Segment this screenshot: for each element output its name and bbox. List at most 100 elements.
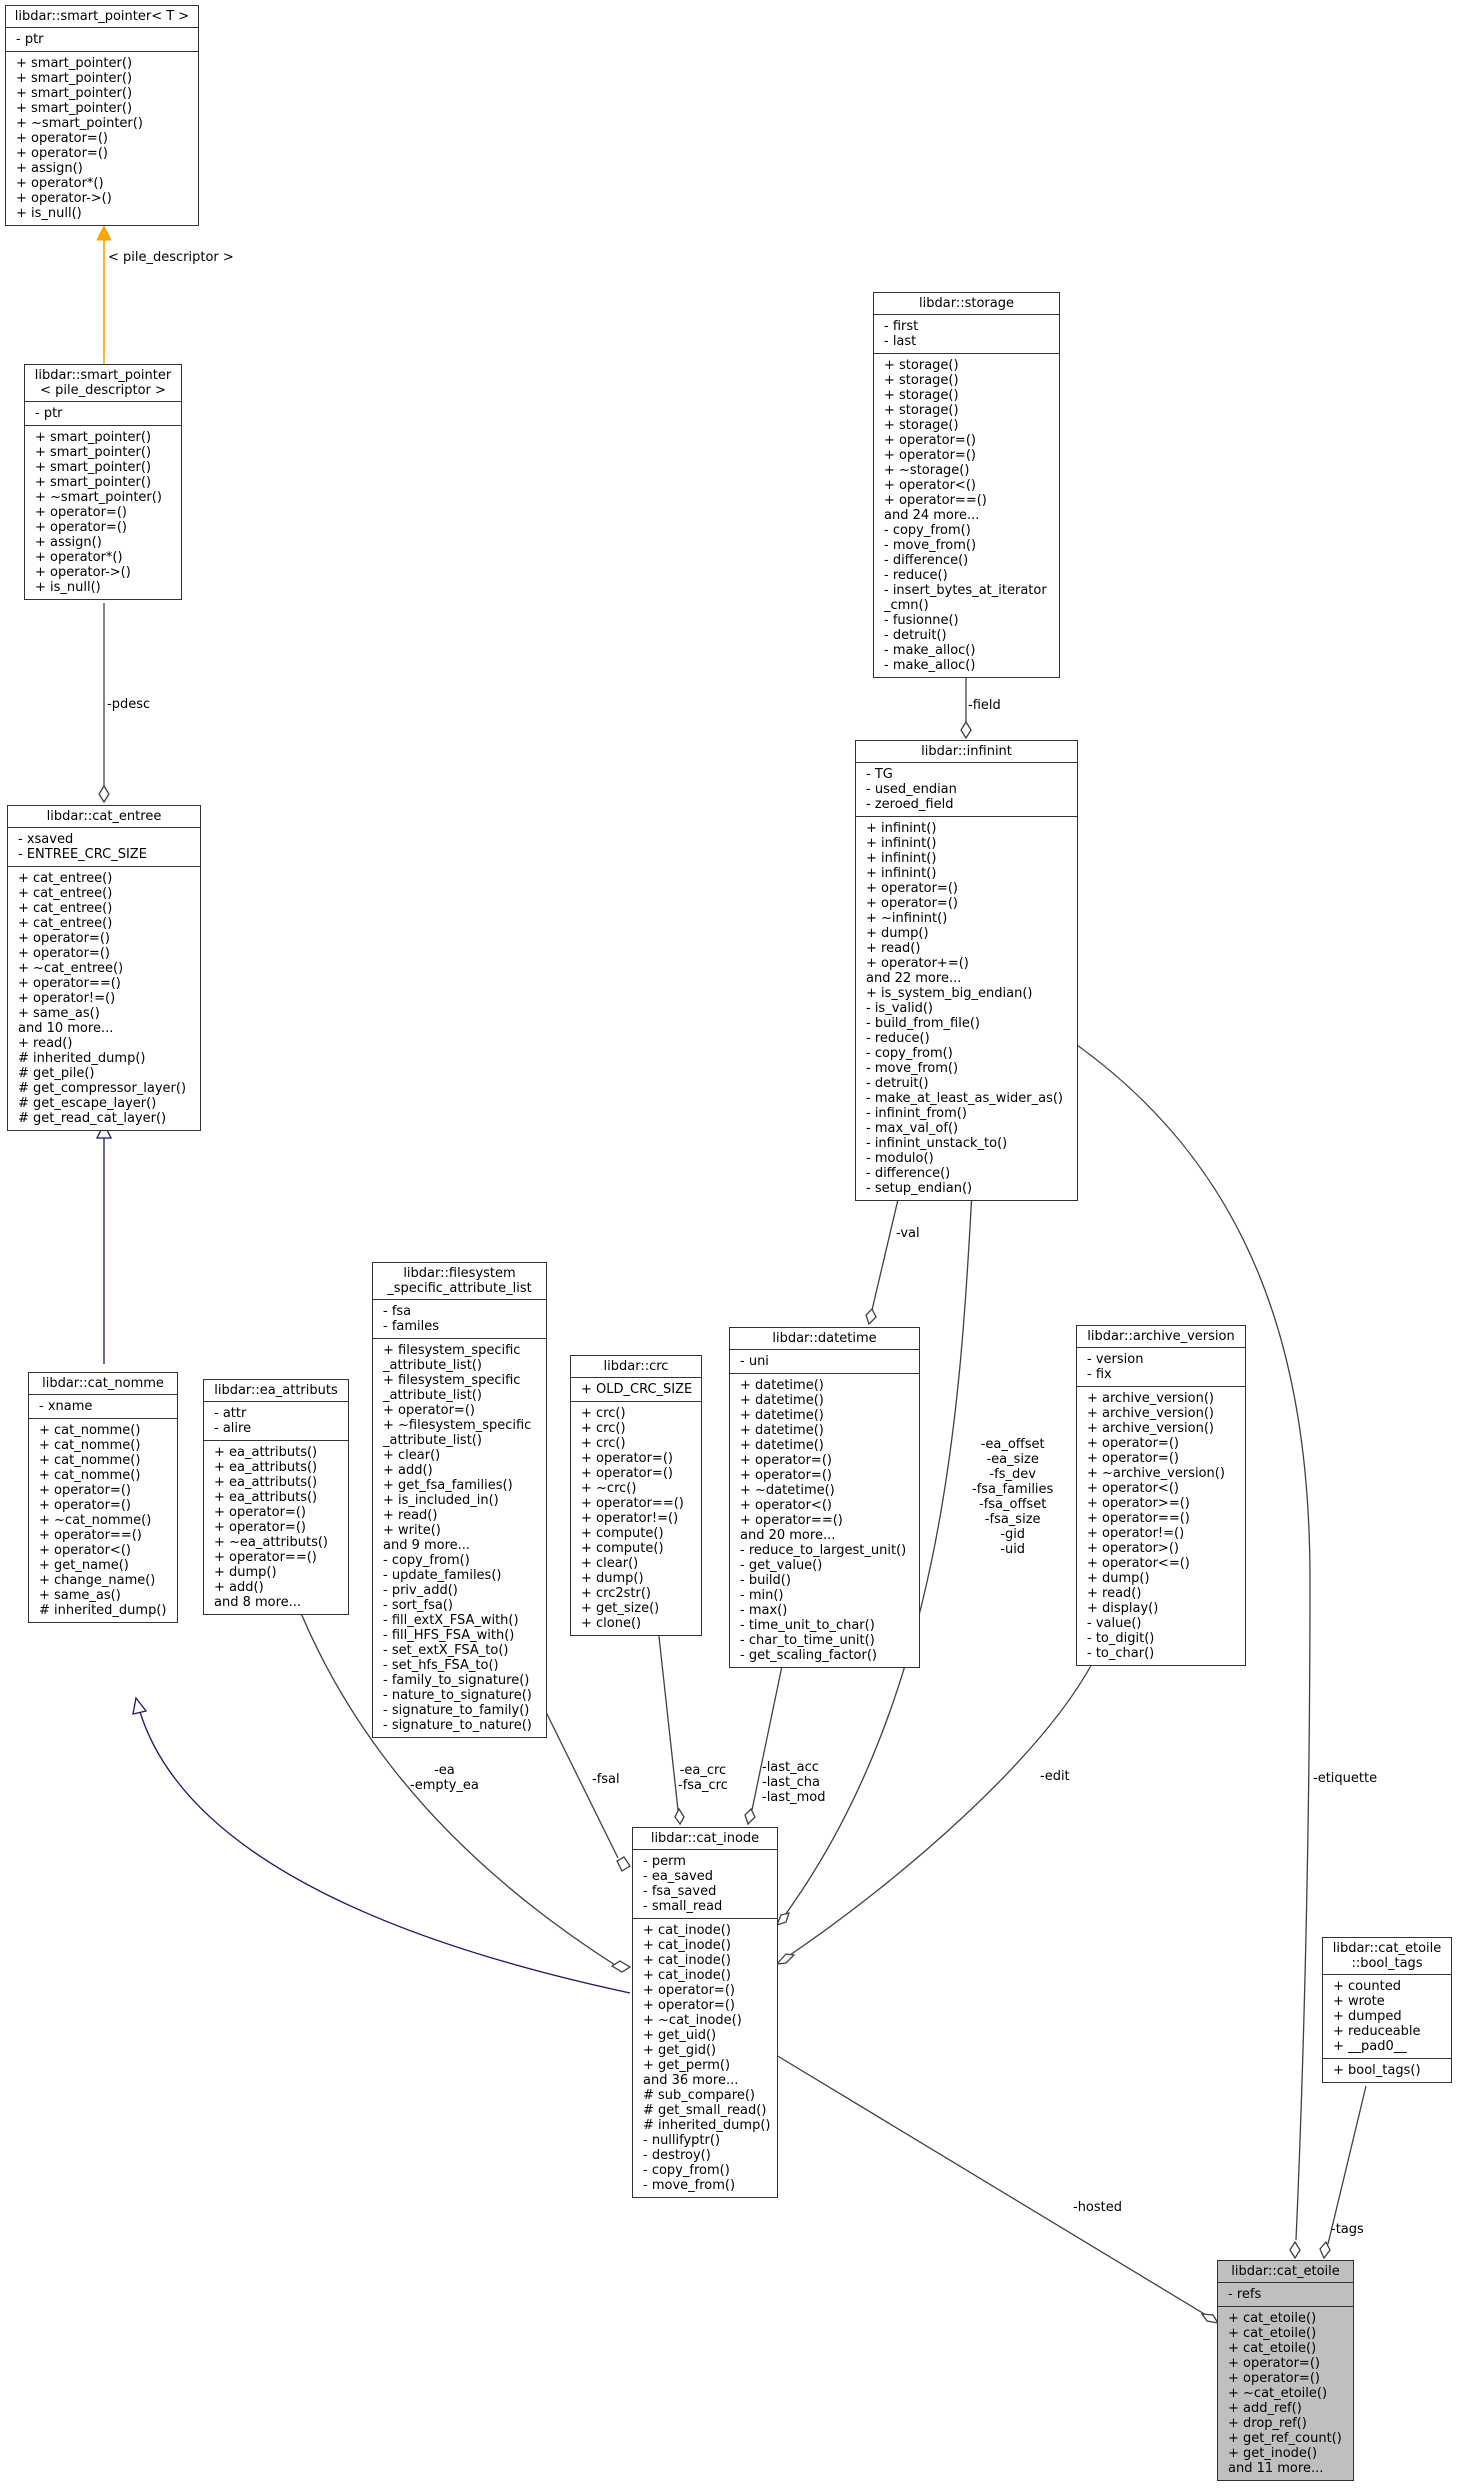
member-method: + operator*()	[35, 550, 123, 565]
class-attributes: - perm - ea_saved - fsa_saved - small_read	[633, 1850, 777, 1919]
member-method: + operator=()	[884, 448, 976, 463]
member-method: + operator!=()	[581, 1511, 679, 1526]
member-method: + storage()	[884, 358, 959, 373]
member-method: + smart_pointer()	[16, 71, 133, 86]
member-attribute: - ea_saved	[643, 1869, 713, 1884]
member-method: + is_null()	[35, 580, 101, 595]
member-method: + ~datetime()	[740, 1483, 835, 1498]
member-method: + operator!=()	[18, 991, 116, 1006]
member-method: + write()	[383, 1523, 441, 1538]
class-archive-version[interactable]: libdar::archive_version - version - fix + a…	[1076, 1325, 1246, 1666]
member-attribute: + OLD_CRC_SIZE	[581, 1382, 693, 1397]
member-method: - detruit()	[884, 628, 947, 643]
class-methods: + filesystem_specific _attribute_list() + …	[373, 1339, 546, 1737]
member-method: - char_to_time_unit()	[740, 1633, 875, 1648]
class-cat-entree[interactable]: libdar::cat_entree - xsaved - ENTREE_CRC_S…	[7, 805, 201, 1131]
class-ea-attributs[interactable]: libdar::ea_attributs - attr - alire + ea_at…	[203, 1379, 349, 1615]
edge-label-tags: -tags	[1331, 2222, 1364, 2237]
edge-label-hosted: -hosted	[1073, 2200, 1123, 2215]
member-method: + datetime()	[740, 1378, 824, 1393]
class-attributes: - xsaved - ENTREE_CRC_SIZE	[8, 828, 200, 867]
class-cat-inode[interactable]: libdar::cat_inode - perm - ea_saved - fsa_s…	[632, 1827, 778, 2198]
member-method: + get_inode()	[1228, 2446, 1318, 2461]
edge-inherit-inode-nomme	[139, 1711, 631, 1994]
class-attributes: - ptr	[25, 402, 181, 426]
member-attribute: - fix	[1087, 1367, 1112, 1382]
class-filesystem-specific-attribute-list[interactable]: libdar::filesystem _specific_attribute_l…	[372, 1262, 547, 1738]
member-method: # inherited_dump()	[18, 1051, 146, 1066]
member-method: # inherited_dump()	[643, 2118, 771, 2133]
member-method: - build_from_file()	[866, 1016, 980, 1031]
member-method: + compute()	[581, 1541, 664, 1556]
member-method: + cat_nomme()	[39, 1453, 141, 1468]
member-method: + operator=()	[1087, 1451, 1179, 1466]
class-storage[interactable]: libdar::storage - first - last + storage() +…	[873, 292, 1060, 678]
inheritance-arrowhead-icon	[132, 1696, 148, 1715]
member-method: + ea_attributs()	[214, 1475, 318, 1490]
member-method: - copy_from()	[383, 1553, 470, 1568]
member-method: + operator=()	[581, 1466, 673, 1481]
member-method: - modulo()	[866, 1151, 934, 1166]
member-method: + filesystem_specific	[383, 1373, 521, 1388]
member-method: - make_alloc()	[884, 658, 976, 673]
member-method: + operator==()	[1087, 1511, 1190, 1526]
member-method: + storage()	[884, 403, 959, 418]
aggregation-diamond-icon	[610, 1960, 632, 1973]
edge-label-field: -field	[968, 698, 1001, 713]
member-method: + cat_nomme()	[39, 1438, 141, 1453]
class-attributes: - first - last	[874, 315, 1059, 354]
member-method: - to_char()	[1087, 1646, 1155, 1661]
member-method: - set_extX_FSA_to()	[383, 1643, 509, 1658]
member-method: + operator<()	[1087, 1481, 1179, 1496]
member-method: + operator<()	[39, 1543, 131, 1558]
edge-label-dates: -last_acc -last_cha -last_mod	[762, 1760, 826, 1805]
class-smart-pointer-pile-descriptor[interactable]: libdar::smart_pointer < pile_descriptor …	[24, 364, 182, 600]
class-infinint[interactable]: libdar::infinint - TG - used_endian - zeroe…	[855, 740, 1078, 1201]
member-method: - reduce()	[884, 568, 948, 583]
class-smart-pointer-t[interactable]: libdar::smart_pointer< T > - ptr + smart_p…	[5, 5, 199, 226]
member-method: _attribute_list()	[383, 1433, 482, 1448]
member-method: - set_hfs_FSA_to()	[383, 1658, 499, 1673]
member-attribute: - TG	[866, 767, 893, 782]
member-method: + operator=()	[383, 1403, 475, 1418]
member-method: + operator=()	[740, 1468, 832, 1483]
class-methods: + bool_tags()	[1323, 2059, 1451, 2082]
member-method: - setup_endian()	[866, 1181, 973, 1196]
member-method: + infinint()	[866, 821, 937, 836]
member-method: # get_pile()	[18, 1066, 95, 1081]
member-method: - get_scaling_factor()	[740, 1648, 878, 1663]
member-method: + operator=()	[581, 1451, 673, 1466]
class-crc[interactable]: libdar::crc + OLD_CRC_SIZE + crc() + crc() +…	[570, 1355, 702, 1636]
class-cat-etoile-bool-tags[interactable]: libdar::cat_etoile ::bool_tags + counted +…	[1322, 1937, 1452, 2083]
member-method: + smart_pointer()	[16, 56, 133, 71]
member-method: # sub_compare()	[643, 2088, 755, 2103]
member-method: + ~smart_pointer()	[35, 490, 162, 505]
class-title: libdar::cat_etoile ::bool_tags	[1323, 1938, 1451, 1975]
class-datetime[interactable]: libdar::datetime - uni + datetime() + datet…	[729, 1327, 920, 1668]
class-title: libdar::cat_etoile	[1218, 2261, 1353, 2283]
class-cat-etoile[interactable]: libdar::cat_etoile - refs + cat_etoile() + …	[1217, 2260, 1354, 2481]
member-method: + same_as()	[39, 1588, 121, 1603]
edge-edit	[789, 1661, 1094, 1956]
member-attribute: - ptr	[35, 406, 63, 421]
member-method: + ea_attributs()	[214, 1490, 318, 1505]
class-attributes: - fsa - familes	[373, 1300, 546, 1339]
member-method: + is_included_in()	[383, 1493, 499, 1508]
class-cat-nomme[interactable]: libdar::cat_nomme - xname + cat_nomme() + c…	[28, 1372, 178, 1623]
member-method: + operator=()	[643, 1998, 735, 2013]
member-method: - nature_to_signature()	[383, 1688, 532, 1703]
class-methods: + smart_pointer() + smart_pointer() + smar…	[25, 426, 181, 599]
member-method: + cat_nomme()	[39, 1423, 141, 1438]
class-title: libdar::filesystem _specific_attribute_l…	[373, 1263, 546, 1300]
member-method: - family_to_signature()	[383, 1673, 530, 1688]
member-method: + read()	[866, 941, 921, 956]
aggregation-diamond-icon	[744, 1807, 756, 1826]
member-method: - difference()	[884, 553, 969, 568]
member-method: + cat_entree()	[18, 871, 113, 886]
member-method: and 9 more...	[383, 1538, 471, 1553]
class-title: libdar::smart_pointer< T >	[6, 6, 198, 28]
member-attribute: - version	[1087, 1352, 1144, 1367]
member-method: + storage()	[884, 388, 959, 403]
aggregation-diamond-icon	[865, 1307, 877, 1326]
class-title: libdar::ea_attributs	[204, 1380, 348, 1402]
